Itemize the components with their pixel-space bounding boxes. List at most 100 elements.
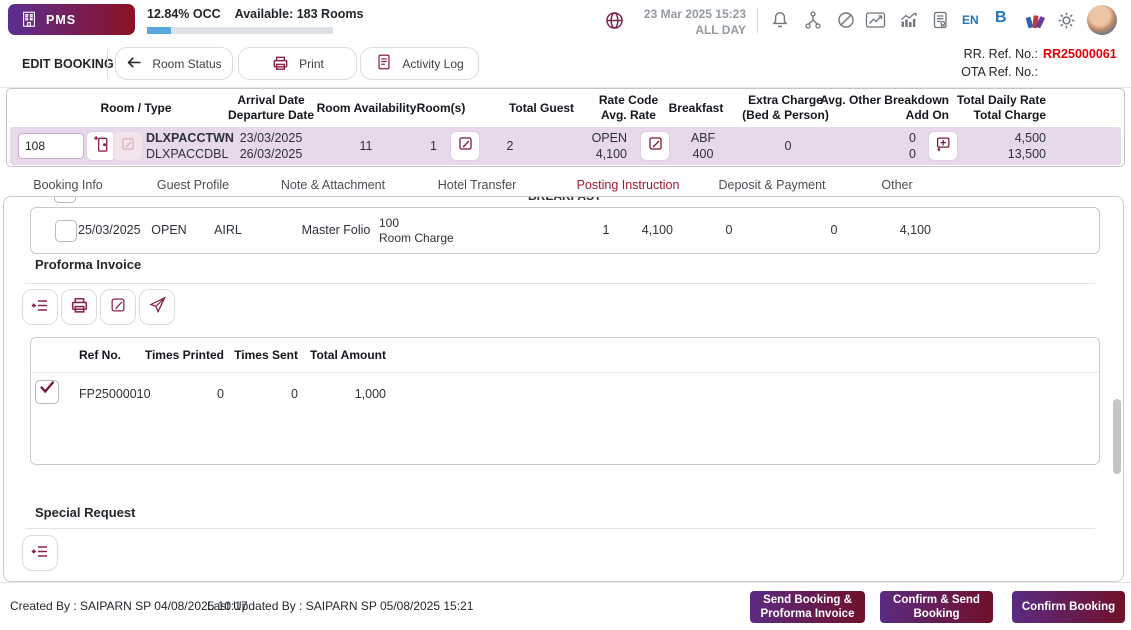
notifications-bell-icon[interactable] [770, 10, 790, 30]
col-total-daily-rate: Total Daily RateTotal Charge [926, 89, 1046, 127]
proforma-row-checkbox-checked[interactable] [35, 380, 59, 404]
add-on-box-icon [934, 135, 952, 158]
pf-times-printed: 0 [131, 376, 224, 412]
proforma-row-checkbox-cell [35, 380, 59, 404]
dates-cell: 23/03/2025 26/03/2025 [221, 127, 321, 165]
room-status-button[interactable]: Room Status [115, 47, 233, 80]
user-avatar[interactable] [1087, 5, 1117, 35]
language-selector[interactable]: EN [962, 13, 979, 27]
block-icon[interactable] [836, 10, 856, 30]
currency-selector[interactable]: B [995, 9, 1007, 27]
departure-date: 26/03/2025 [221, 146, 321, 162]
pf-total-amount: 1,000 [303, 376, 386, 412]
footer-bar: Created By : SAIPARN SP 04/08/2025 10:17… [0, 582, 1131, 630]
edit-guest-button[interactable] [450, 131, 480, 161]
breakfast-cell: ABF 400 [673, 127, 733, 165]
posting-folio: Master Folio [296, 208, 376, 253]
vertical-scrollbar[interactable] [1113, 399, 1121, 474]
pms-logo[interactable]: PMS [8, 4, 135, 35]
settings-gear-icon[interactable] [1056, 10, 1076, 30]
occupancy-progress-fill [147, 27, 171, 34]
room-number-input[interactable] [18, 133, 84, 159]
pf-times-sent: 0 [231, 376, 298, 412]
theme-palette-icon[interactable] [1024, 8, 1048, 32]
clipped-row-text: BREAKFAST [528, 197, 601, 203]
section-divider [25, 283, 1095, 284]
confirm-booking-button[interactable]: Confirm Booking [1012, 591, 1125, 623]
posting-checkbox-cell [55, 208, 77, 253]
breakfast-rate: 400 [673, 146, 733, 162]
booking-row[interactable]: DLXPACCTWN DLXPACCDBL 23/03/2025 26/03/2… [10, 127, 1121, 165]
special-request-list-button[interactable] [22, 535, 58, 571]
posting-extra: 0 [699, 208, 759, 253]
last-updated-by-text: Last Updated By : SAIPARN SP 05/08/2025 … [207, 599, 473, 613]
pms-edit-booking-screen: PMS 12.84% OCC Available: 183 Rooms 23 M… [0, 0, 1131, 630]
available-rooms-text: Available: 183 Rooms [235, 7, 364, 21]
rate-cell: OPEN 4,100 [547, 127, 627, 165]
proforma-send-button[interactable] [139, 289, 175, 325]
rr-ref-label: RR. Ref. No.: [961, 45, 1038, 63]
building-icon [20, 10, 38, 33]
section-divider [25, 528, 1095, 529]
charge-code: 100 [379, 216, 479, 231]
room-type-cell: DLXPACCTWN DLXPACCDBL [146, 127, 226, 165]
avg-rate: 4,100 [547, 146, 627, 162]
edit-pencil-icon [109, 296, 127, 319]
posting-rate-code: OPEN [139, 208, 199, 253]
tab-note-attachment[interactable]: Note & Attachment [281, 178, 385, 192]
edit-rate-button[interactable] [640, 131, 670, 161]
proforma-edit-button[interactable] [100, 289, 136, 325]
posting-row-checkbox[interactable] [55, 220, 77, 242]
col-rooms: Room(s) [406, 89, 476, 127]
tree-view-icon[interactable] [803, 10, 823, 30]
activity-log-icon [375, 53, 393, 74]
booking-summary-table: Room / Type Arrival DateDeparture Date R… [6, 88, 1125, 167]
posting-total: 4,100 [871, 208, 931, 253]
line-chart-icon[interactable] [865, 10, 885, 30]
pms-logo-label: PMS [46, 13, 76, 27]
occupancy-progressbar [147, 27, 333, 34]
edit-pencil-icon [457, 135, 474, 157]
arrival-date: 23/03/2025 [221, 130, 321, 146]
tab-guest-profile[interactable]: Guest Profile [157, 178, 229, 192]
activity-log-label: Activity Log [402, 57, 463, 71]
day-mode: ALL DAY [620, 22, 746, 38]
col-arrival-departure: Arrival DateDeparture Date [221, 89, 321, 127]
reference-numbers: RR. Ref. No.: RR25000061 OTA Ref. No.: [961, 45, 1123, 81]
back-arrow-icon [126, 54, 143, 74]
printer-icon [69, 294, 90, 320]
tab-booking-info[interactable]: Booking Info [33, 178, 103, 192]
tab-posting-instruction[interactable]: Posting Instruction [577, 178, 680, 192]
send-booking-proforma-button[interactable]: Send Booking & Proforma Invoice [750, 591, 865, 623]
col-room-type: Room / Type [36, 89, 236, 127]
activity-log-button[interactable]: Activity Log [360, 47, 479, 80]
datetime-block: 23 Mar 2025 15:23 ALL DAY [620, 6, 746, 38]
top-bar: PMS 12.84% OCC Available: 183 Rooms 23 M… [0, 0, 1131, 40]
clipped-posting-row: BREAKFAST [4, 197, 1104, 205]
report-document-icon[interactable] [930, 10, 950, 30]
pf-col-total-amount: Total Amount [303, 338, 386, 372]
special-request-title: Special Request [35, 505, 135, 520]
charge-name: Room Charge [379, 231, 479, 246]
tab-deposit-payment[interactable]: Deposit & Payment [719, 178, 826, 192]
proforma-header-divider [31, 372, 1099, 373]
tab-content-panel: BREAKFAST 25/03/2025 OPEN AIRL Master Fo… [3, 196, 1124, 582]
room-type-main: DLXPACCTWN [146, 130, 226, 146]
bar-chart-icon[interactable] [898, 10, 918, 30]
pf-col-ref-no: Ref No. [79, 338, 139, 372]
posting-row-checkbox[interactable] [54, 197, 76, 203]
posting-amount: 4,100 [613, 208, 673, 253]
proforma-print-button[interactable] [61, 289, 97, 325]
print-button[interactable]: Print [238, 47, 357, 80]
col-total-guest: Total Guest [499, 89, 584, 127]
total-guest-cell: 2 [485, 127, 535, 165]
tab-other[interactable]: Other [881, 178, 912, 192]
proforma-list-button[interactable] [22, 289, 58, 325]
confirm-send-booking-button[interactable]: Confirm & Send Booking [880, 591, 993, 623]
edit-pencil-icon [120, 136, 136, 157]
assign-room-button[interactable] [86, 131, 116, 161]
rr-ref-value: RR25000061 [1043, 45, 1123, 63]
tab-hotel-transfer[interactable]: Hotel Transfer [438, 178, 517, 192]
posting-discount: 0 [804, 208, 864, 253]
add-on-button[interactable] [928, 131, 958, 161]
